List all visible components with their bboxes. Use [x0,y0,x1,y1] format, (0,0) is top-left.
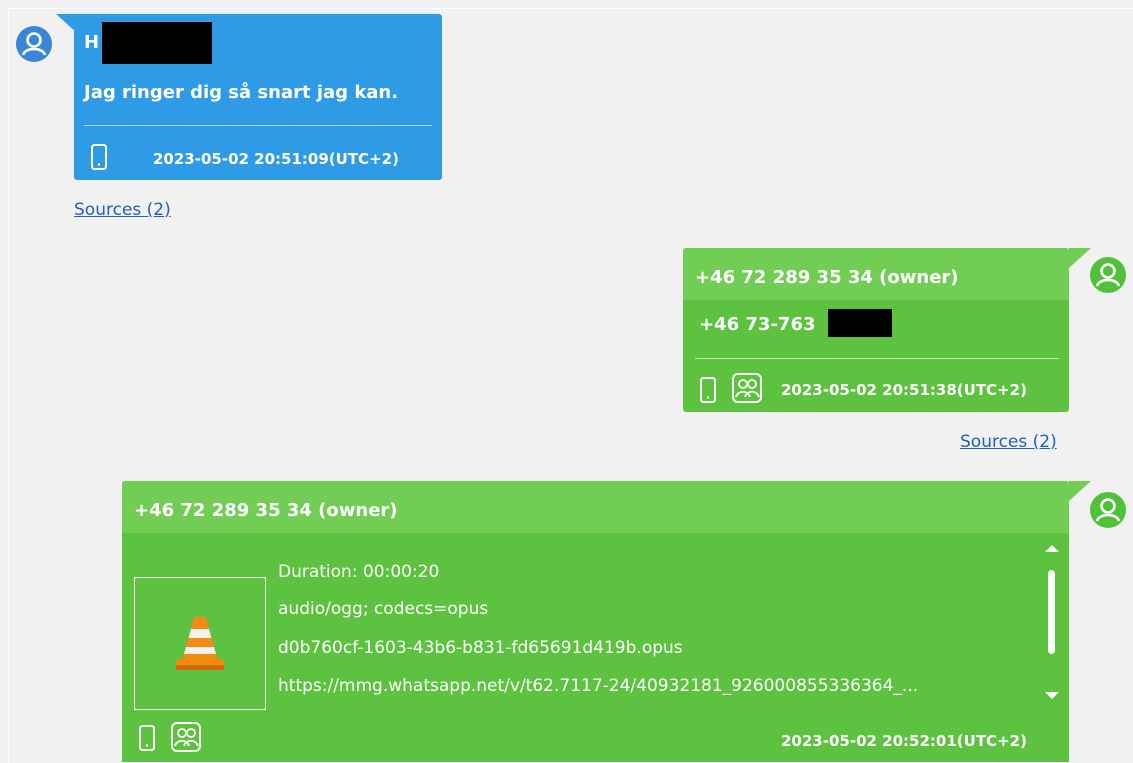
redaction-box [828,309,892,337]
message-text: Jag ringer dig så snart jag kan. [84,82,399,103]
message-timestamp: 2023-05-02 20:52:01(UTC+2) [781,732,1027,750]
phone-icon [700,377,716,403]
sources-link[interactable]: Sources (2) [960,432,1057,452]
attachment-thumbnail[interactable] [134,577,266,710]
sender-name: +46 72 289 35 34 (owner) [695,267,959,288]
message-timestamp: 2023-05-02 20:51:38(UTC+2) [781,381,1027,399]
attachment-duration: Duration: 00:00:20 [278,562,440,582]
message-text: +46 73-763 [699,314,816,335]
scroll-up-arrow[interactable] [1045,545,1059,552]
outgoing-message-bubble: +46 72 289 35 34 (owner) +46 73-763 2023… [683,248,1069,412]
attachment-filename: d0b760cf-1603-43b6-b831-fd65691d419b.opu… [278,638,683,658]
owner-avatar-icon [1090,257,1126,293]
vlc-cone-icon [176,616,224,670]
phone-icon [91,144,107,170]
incoming-message-bubble: H Jag ringer dig så snart jag kan. 2023-… [74,14,442,180]
redaction-box [102,22,212,64]
owner-avatar-icon [1090,492,1126,528]
sender-name: H [84,32,100,53]
group-icon [171,722,201,752]
message-timestamp: 2023-05-02 20:51:09(UTC+2) [153,150,399,168]
divider [84,125,432,126]
divider [695,358,1059,359]
bubble-tail [1069,481,1091,501]
scroll-down-arrow[interactable] [1045,692,1059,699]
sources-link[interactable]: Sources (2) [74,200,171,220]
sender-name: +46 72 289 35 34 (owner) [134,500,398,521]
phone-icon [139,725,155,751]
contact-avatar-icon [16,26,52,62]
bubble-tail [1069,248,1091,268]
scrollbar-thumb[interactable] [1048,570,1055,654]
group-icon [732,373,762,403]
attachment-mime-type: audio/ogg; codecs=opus [278,599,489,619]
attachment-url[interactable]: https://mmg.whatsapp.net/v/t62.7117-24/4… [278,676,918,696]
outgoing-attachment-bubble: +46 72 289 35 34 (owner) Duration: 00:00… [122,481,1069,762]
